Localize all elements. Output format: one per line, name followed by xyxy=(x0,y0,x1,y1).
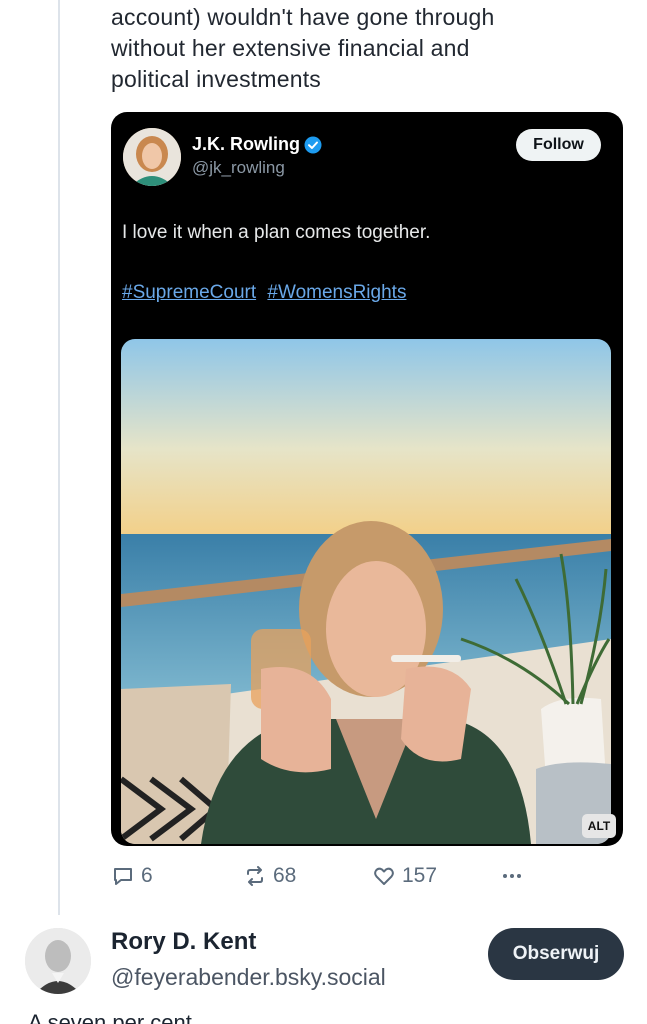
reply-author-handle[interactable]: @feyerabender.bsky.social xyxy=(111,964,386,991)
comment-icon xyxy=(114,868,132,885)
hashtag-link[interactable]: #WomensRights xyxy=(267,282,406,303)
follow-button[interactable]: Obserwuj xyxy=(488,928,624,980)
embedded-tweet[interactable]: J.K. Rowling @jk_rowling Follow I love i… xyxy=(111,112,623,846)
more-options-button[interactable] xyxy=(500,864,524,888)
reply-action[interactable]: 6 xyxy=(111,864,153,888)
embed-photo[interactable] xyxy=(121,339,611,844)
reply-text-cut: A seven per cent ... ... ... ... ... ... xyxy=(28,1012,339,1024)
more-dots-icon xyxy=(503,874,521,878)
thread-line xyxy=(58,0,60,915)
post-text-line: without her extensive financial and xyxy=(111,35,470,61)
post-text: account) wouldn't have gone through with… xyxy=(111,2,631,95)
heart-icon xyxy=(374,867,394,885)
post-text-line: account) wouldn't have gone through xyxy=(111,4,495,30)
reply-count: 6 xyxy=(141,864,153,887)
repost-icon xyxy=(247,866,263,886)
jk-rowling-avatar[interactable] xyxy=(123,128,181,186)
like-action[interactable]: 157 xyxy=(372,864,437,888)
verified-badge-icon xyxy=(304,136,322,154)
reply-post: Rory D. Kent @feyerabender.bsky.social O… xyxy=(0,920,647,1024)
repost-count: 68 xyxy=(273,864,297,887)
rory-kent-avatar[interactable] xyxy=(25,928,91,994)
embed-author-name[interactable]: J.K. Rowling xyxy=(192,134,300,155)
hashtag-link[interactable]: #SupremeCourt xyxy=(122,282,256,303)
alt-text-badge[interactable]: ALT xyxy=(582,814,616,838)
post-text-line: political investments xyxy=(111,66,322,92)
repost-action[interactable]: 68 xyxy=(243,864,296,888)
embed-tweet-text: I love it when a plan comes together. xyxy=(122,222,431,243)
like-count: 157 xyxy=(402,864,438,887)
embed-author-handle[interactable]: @jk_rowling xyxy=(192,158,285,178)
reply-author-name[interactable]: Rory D. Kent xyxy=(111,928,256,956)
follow-button[interactable]: Follow xyxy=(516,129,601,161)
embed-hashtags: #SupremeCourt #WomensRights xyxy=(122,282,412,304)
post-actions: 6 68 157 xyxy=(111,860,631,896)
